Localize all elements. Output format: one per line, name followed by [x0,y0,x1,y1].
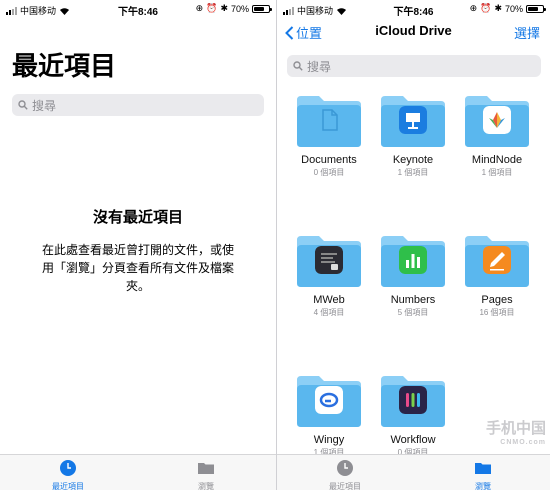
folder-workflow[interactable]: Workflow 0 個項目 [371,374,455,458]
alarm-icon: ⏰ [480,3,492,13]
empty-state: 沒有最近項目 在此處查看最近曾打開的文件，或使 用「瀏覽」分頁查看所有文件及檔案… [0,206,276,295]
empty-line-1: 在此處查看最近曾打開的文件，或使 [41,243,234,257]
bluetooth-icon: ✱ [220,3,228,13]
battery-icon [526,4,546,13]
search-icon [18,100,28,110]
select-button[interactable]: 選擇 [514,23,540,42]
folder-name: Workflow [390,434,436,446]
folder-name: Keynote [392,154,434,166]
clock-icon [337,460,353,476]
folder-icon [463,234,531,288]
folder-name: Pages [481,294,513,306]
wingy-app-icon [315,386,343,414]
tab-browse[interactable]: 瀏覽 [453,459,513,490]
folder-name: Wingy [313,434,345,446]
battery-percent: 70% [504,3,523,14]
tab-browse[interactable]: 瀏覽 [176,459,236,490]
folder-icon [379,234,447,288]
folder-name: Documents [301,154,357,166]
empty-message: 在此處查看最近曾打開的文件，或使 用「瀏覽」分頁查看所有文件及檔案 夾。 [27,241,249,295]
folder-numbers[interactable]: Numbers 5 個項目 [371,234,455,318]
battery-percent: 70% [230,3,249,14]
navigation-bar: 位置 iCloud Drive 選擇 [277,18,550,46]
folder-name: MindNode [471,154,523,166]
mweb-app-icon [315,246,343,274]
numbers-app-icon [399,246,427,274]
folder-mweb[interactable]: MWeb 4 個項目 [287,234,371,318]
folder-icon [295,374,363,428]
folder-icon [295,94,363,148]
recents-screen: 中国移动 下午8:46 ⊕ ⏰ ✱ 70% 最近項目 搜尋 沒有最近項目 在此處… [0,0,276,490]
folder-icon [475,463,491,474]
folder-icon [463,94,531,148]
watermark-main: 手机中国 [485,420,546,437]
status-bar: 中国移动 下午8:46 ⊕ ⏰ ✱ 70% [0,0,276,18]
clock-icon [60,460,76,476]
rotation-lock-icon: ⊕ [469,3,478,13]
keynote-app-icon [399,106,427,134]
tab-label: 最近項目 [52,482,84,490]
tab-label: 瀏覽 [475,482,491,490]
bluetooth-icon: ✱ [494,3,502,13]
tab-label: 最近項目 [329,482,361,490]
tab-bar: 最近項目 瀏覽 [0,454,276,490]
nav-title: iCloud Drive [375,23,452,38]
tab-recents[interactable]: 最近項目 [38,459,98,490]
search-input[interactable]: 搜尋 [12,94,264,116]
status-bar: 中国移动 下午8:46 ⊕ ⏰ ✱ 70% [277,0,550,18]
watermark-sub: CNMO.com [500,439,546,446]
mindnode-app-icon [483,106,511,134]
search-placeholder: 搜尋 [32,98,57,113]
folder-pages[interactable]: Pages 16 個項目 [455,234,539,318]
folder-count: 4 個項目 [313,308,345,317]
tab-label: 瀏覽 [198,482,214,490]
folder-mindnode[interactable]: MindNode 1 個項目 [455,94,539,178]
search-icon [293,61,303,71]
folder-count: 16 個項目 [479,308,515,317]
search-placeholder: 搜尋 [307,59,332,74]
tab-bar: 最近項目 瀏覽 [277,454,550,490]
folder-keynote[interactable]: Keynote 1 個項目 [371,94,455,178]
folder-icon [295,234,363,288]
empty-title: 沒有最近項目 [92,209,183,226]
watermark: 手机中国 CNMO.com [485,420,546,450]
folder-documents[interactable]: Documents 0 個項目 [287,94,371,178]
battery-icon [252,4,272,13]
empty-line-3: 夾。 [125,279,150,293]
folder-name: MWeb [313,294,345,306]
document-icon [322,109,338,131]
alarm-icon: ⏰ [206,3,218,13]
folder-name: Numbers [390,294,436,306]
search-input[interactable]: 搜尋 [287,55,541,77]
folder-icon [198,463,214,474]
workflow-app-icon [399,386,427,414]
folder-count: 1 個項目 [397,168,429,177]
rotation-lock-icon: ⊕ [195,3,204,13]
folder-count: 1 個項目 [481,168,513,177]
page-title: 最近項目 [12,51,117,81]
folder-count: 5 個項目 [397,308,429,317]
empty-line-2: 用「瀏覽」分頁查看所有文件及檔案 [41,261,234,275]
pages-app-icon [483,246,511,274]
folder-count: 0 個項目 [313,168,345,177]
icloud-drive-screen: 中国移动 下午8:46 ⊕ ⏰ ✱ 70% 位置 iCloud Drive 選擇… [276,0,550,490]
folder-icon [379,374,447,428]
folder-icon [379,94,447,148]
tab-recents[interactable]: 最近項目 [315,459,375,490]
folder-wingy[interactable]: Wingy 1 個項目 [287,374,371,458]
